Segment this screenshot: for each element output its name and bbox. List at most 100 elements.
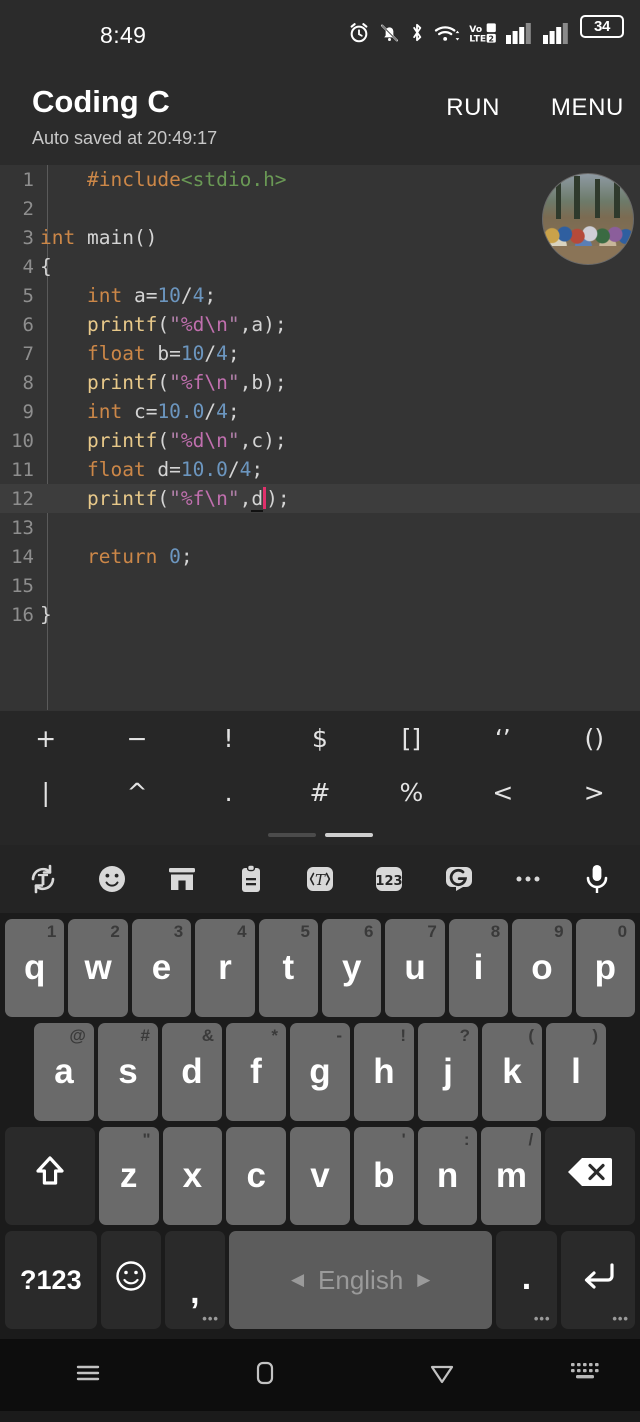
key-t[interactable]: 5t [258,919,318,1017]
home-button[interactable] [177,1356,354,1395]
backspace-key[interactable] [545,1127,635,1225]
symbol-key-minus[interactable]: − [91,724,182,753]
symbol-key-quotes[interactable]: ‘’ [457,724,548,753]
key-hint: 5 [300,922,310,941]
page-dot-2[interactable] [324,833,373,837]
recents-button[interactable] [0,1356,177,1395]
code-line[interactable]: 6 printf("%d\n",a); [0,310,640,339]
hide-keyboard-button[interactable] [530,1360,640,1391]
code-line[interactable]: 9 int c=10.0/4; [0,397,640,426]
rotate-text-icon[interactable]: T [22,858,64,900]
symbol-key-hash[interactable]: # [274,778,365,807]
key-a[interactable]: @ a [34,1023,94,1121]
navigation-bar [0,1339,640,1411]
key-v[interactable]: v [290,1127,350,1225]
key-hint: @ [69,1026,86,1045]
key-c[interactable]: c [226,1127,287,1225]
emoji-icon[interactable] [91,858,133,900]
symbol-key-greater-than[interactable]: > [549,778,640,807]
key-w[interactable]: 2w [68,919,128,1017]
key-f[interactable]: * f [226,1023,286,1121]
key-label: i [473,948,484,987]
svg-text:LTE: LTE [469,33,486,44]
key-n[interactable]: :n [417,1127,478,1225]
shift-icon [27,1149,73,1204]
symbol-key-parens[interactable]: () [549,724,640,753]
key-i[interactable]: 8i [448,919,509,1017]
symbol-key-percent[interactable]: % [366,778,457,807]
symbol-key-period[interactable]: . [183,778,274,807]
page-dot-1[interactable] [267,833,316,837]
shift-key[interactable] [5,1127,95,1225]
symbols-toggle-key[interactable]: ?123 [5,1231,97,1329]
symbol-key-dollar[interactable]: $ [274,724,365,753]
key-o[interactable]: 9o [512,919,572,1017]
code-line[interactable]: 11 float d=10.0/4; [0,455,640,484]
space-key[interactable]: ◀ English ▶ [228,1231,493,1329]
period-key[interactable]: . ••• [496,1231,557,1329]
assistant-icon[interactable] [438,858,480,900]
back-button[interactable] [353,1356,530,1395]
symbol-key-less-than[interactable]: < [457,778,548,807]
avatar-tree [595,178,601,219]
key-d[interactable]: & d [162,1023,222,1121]
menu-button[interactable]: MENU [551,94,624,122]
key-hint: ) [592,1026,598,1045]
emoji-key[interactable] [100,1231,161,1329]
avatar-tree [614,176,621,219]
line-content: printf("%f\n",b); [86,371,287,394]
numbers-123-icon[interactable]: 123 [368,858,410,900]
key-z[interactable]: " z [98,1127,159,1225]
sticker-store-icon[interactable] [161,858,203,900]
code-editor[interactable]: 1 #include<stdio.h> 2 3 int main() 4 { 5… [0,165,640,710]
key-y[interactable]: 6y [322,919,382,1017]
key-b[interactable]: ' b [353,1127,414,1225]
key-p[interactable]: 0p [575,919,636,1017]
more-options-icon[interactable] [507,858,549,900]
key-label: l [571,1052,581,1091]
symbol-key-brackets[interactable]: [] [366,724,457,753]
code-line[interactable]: 7 float b=10/4; [0,339,640,368]
code-line[interactable]: 16 } [0,600,640,629]
symbol-shortcut-panel[interactable]: + − ! $ [] ‘’ () | ^ . # % < > [0,710,640,845]
key-x[interactable]: x [162,1127,223,1225]
key-k[interactable]: (k [482,1023,542,1121]
symbol-key-pipe[interactable]: | [0,778,91,807]
key-s[interactable]: # s [98,1023,158,1121]
next-language-icon[interactable]: ▶ [417,1270,430,1290]
code-line[interactable]: 14 return 0; [0,542,640,571]
key-u[interactable]: 7u [385,919,445,1017]
code-line[interactable]: 10 printf("%d\n",c); [0,426,640,455]
key-label: q [23,948,46,987]
on-screen-keyboard[interactable]: 1q 2w 3e 4r 5t 6y 7u 8i 9o 0p @ a # s & d *… [0,913,640,1339]
key-l[interactable]: ) l [546,1023,606,1121]
code-line-active[interactable]: 12 printf("%f\n",d); [0,484,640,513]
key-m[interactable]: / m [481,1127,542,1225]
key-hint: # [140,1026,150,1045]
prev-language-icon[interactable]: ◀ [291,1270,304,1290]
key-label: y [341,948,362,987]
key-r[interactable]: 4r [195,919,255,1017]
floating-avatar-bubble[interactable] [542,173,634,265]
keyboard-toolbar: T T 123 [0,845,640,913]
code-line[interactable]: 5 int a=10/4; [0,281,640,310]
key-q[interactable]: 1q [4,919,65,1017]
code-line[interactable]: 8 printf("%f\n",b); [0,368,640,397]
enter-key[interactable]: ••• [560,1231,635,1329]
symbol-key-plus[interactable]: + [0,724,91,753]
symbol-key-exclamation[interactable]: ! [183,724,274,753]
code-line[interactable]: 13 [0,513,640,542]
symbol-key-caret[interactable]: ^ [91,778,182,807]
microphone-icon[interactable] [576,858,618,900]
clipboard-icon[interactable] [230,858,272,900]
comma-key[interactable]: , ••• [164,1231,225,1329]
key-g[interactable]: -g [290,1023,350,1121]
text-format-icon[interactable]: T [299,858,341,900]
run-button[interactable]: RUN [446,94,500,122]
wifi-icon [434,22,460,49]
key-j[interactable]: ? j [418,1023,478,1121]
key-e[interactable]: 3e [131,919,192,1017]
key-h[interactable]: ! h [354,1023,414,1121]
code-line[interactable]: 15 [0,571,640,600]
line-number: 2 [22,197,34,220]
